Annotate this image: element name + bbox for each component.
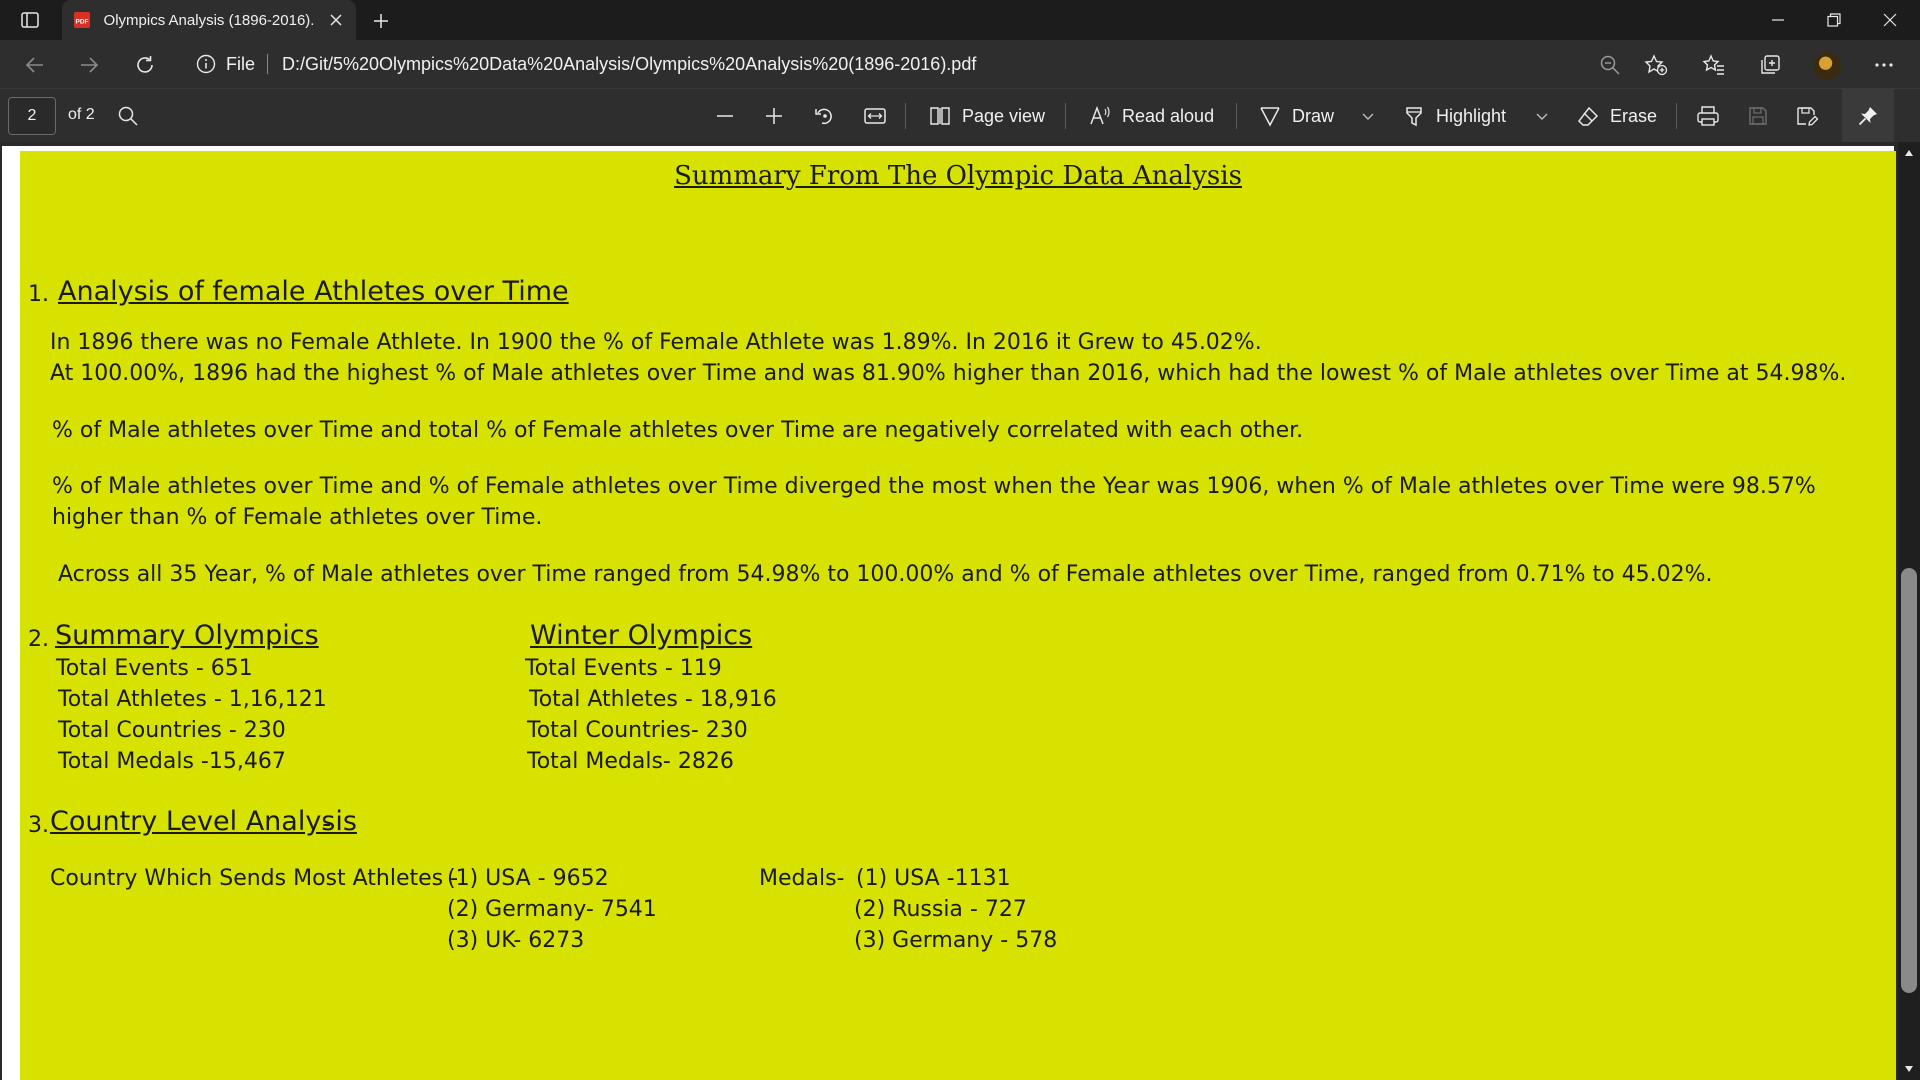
section-1-number: 1. [28,282,49,307]
read-aloud-button[interactable]: Read aloud [1088,97,1214,135]
section-1-paragraph-3-line-2: higher than % of Female athletes over Ti… [52,505,543,530]
summary-olympics-heading: Summary Olympics [55,620,319,651]
winter-total-medals: Total Medals- 2826 [527,749,734,774]
medals-label: Medals- [759,866,845,891]
winter-olympics-heading: Winter Olympics [530,620,753,651]
url-separator [267,54,269,74]
zoom-in-plus-icon[interactable] [759,101,789,131]
url-text[interactable]: D:/Git/5%20Olympics%20Data%20Analysis/Ol… [282,54,976,75]
section-1-paragraph-2: % of Male athletes over Time and total %… [52,418,1304,443]
scroll-up-arrow-icon[interactable] [1902,146,1916,160]
fit-width-icon[interactable] [860,101,890,131]
address-bar: File D:/Git/5%20Olympics%20Data%20Analys… [0,40,1920,88]
minimize-icon[interactable] [1762,4,1794,36]
section-1-paragraph-1-line-2: At 100.00%, 1896 had the highest % of Ma… [50,361,1847,386]
close-window-icon[interactable] [1874,4,1906,36]
section-1-paragraph-3-line-1: % of Male athletes over Time and % of Fe… [52,474,1816,499]
page-total-label: of 2 [68,106,95,123]
most-medals-rank-2: (2) Russia - 727 [854,897,1027,922]
summary-total-countries: Total Countries - 230 [58,718,286,743]
draw-label: Draw [1292,105,1335,126]
winter-total-countries: Total Countries- 230 [527,718,748,743]
eraser-icon [1578,106,1599,126]
search-icon[interactable] [113,101,143,131]
scrollbar-thumb[interactable] [1901,568,1917,993]
url-bar[interactable]: File D:/Git/5%20Olympics%20Data%20Analys… [180,46,1660,82]
url-scheme-label: File [226,53,256,74]
print-icon[interactable] [1693,101,1723,131]
highlight-options-chevron-icon[interactable] [1527,101,1557,131]
section-1-paragraph-4: Across all 35 Year, % of Male athletes o… [58,562,1713,587]
save-as-icon[interactable] [1792,101,1822,131]
tab-actions-icon[interactable] [14,8,46,32]
erase-button[interactable]: Erase [1576,97,1657,135]
pin-icon [1858,107,1877,126]
most-medals-rank-3: (3) Germany - 578 [854,928,1058,953]
back-icon[interactable] [20,50,50,80]
info-icon[interactable] [196,54,216,74]
section-1-heading: Analysis of female Athletes over Time [58,276,569,307]
zoom-out-minus-icon[interactable] [710,101,740,131]
favorites-icon[interactable] [1699,50,1729,80]
forward-icon[interactable] [74,50,104,80]
summary-total-medals: Total Medals -15,467 [58,749,286,774]
tab-strip: PDF Olympics Analysis (1896-2016).pdf [0,0,1920,40]
draw-icon [1260,107,1280,127]
section-1-paragraph-1-line-1: In 1896 there was no Female Athlete. In … [50,330,1262,355]
toolbar-divider [1236,103,1237,129]
draw-options-chevron-icon[interactable] [1353,101,1383,131]
more-menu-icon[interactable] [1869,50,1899,80]
most-athletes-rank-1: (1) USA - 9652 [447,866,609,891]
section-3-number: 3. [28,813,49,838]
read-aloud-icon [1090,105,1110,125]
pdf-viewer[interactable]: Summary From The Olympic Data Analysis 1… [0,142,1920,1080]
most-medals-rank-1: (1) USA -1131 [856,866,1011,891]
new-tab-icon[interactable] [368,8,394,34]
winter-total-athletes: Total Athletes - 18,916 [529,687,777,712]
section-2-number: 2. [28,627,49,652]
add-favorite-icon[interactable] [1641,50,1671,80]
document-title: Summary From The Olympic Data Analysis [674,161,1242,191]
highlight-icon [1406,107,1422,127]
page-view-icon [930,107,950,125]
toolbar-divider [1676,103,1677,129]
highlight-button[interactable]: Highlight [1402,97,1506,135]
country-level-analysis-heading: Country Level Analysis [50,806,357,837]
toolbar-divider [905,103,906,129]
pdf-page: Summary From The Olympic Data Analysis 1… [2,146,1896,1080]
rotate-icon[interactable] [809,101,839,131]
most-athletes-rank-2: (2) Germany- 7541 [447,897,657,922]
page-number-input[interactable] [8,97,56,135]
refresh-icon[interactable] [130,50,160,80]
pdf-icon: PDF [72,10,92,30]
restore-icon[interactable] [1818,4,1850,36]
erase-label: Erase [1610,105,1658,126]
save-icon[interactable] [1743,101,1773,131]
toolbar-divider [1065,103,1066,129]
svg-text:PDF: PDF [75,19,88,26]
scroll-down-arrow-icon[interactable] [1902,1062,1916,1076]
most-athletes-label: Country Which Sends Most Athletes - [50,866,459,891]
zoom-out-icon[interactable] [1595,50,1625,80]
read-aloud-label: Read aloud [1122,105,1215,126]
page-view-label: Page view [962,105,1046,126]
collections-icon[interactable] [1755,50,1785,80]
pdf-toolbar: of 2 Page view Read aloud Draw Highlight [0,88,1920,143]
draw-button[interactable]: Draw [1258,97,1334,135]
most-athletes-rank-3: (3) UK- 6273 [447,928,585,953]
close-tab-icon[interactable] [326,10,346,30]
summary-total-events: Total Events - 651 [56,656,253,681]
winter-total-events: Total Events - 119 [525,656,722,681]
pin-toolbar-button[interactable] [1842,89,1894,143]
tab-active[interactable]: PDF Olympics Analysis (1896-2016).pdf [62,0,356,40]
tab-title: Olympics Analysis (1896-2016).pdf [103,11,315,29]
country-level-analysis-dash: - [322,809,332,839]
highlight-label: Highlight [1436,105,1507,126]
profile-avatar[interactable] [1813,52,1841,80]
summary-total-athletes: Total Athletes - 1,16,121 [58,687,327,712]
page-view-button[interactable]: Page view [928,97,1045,135]
page-content: Summary From The Olympic Data Analysis 1… [20,151,1896,1080]
